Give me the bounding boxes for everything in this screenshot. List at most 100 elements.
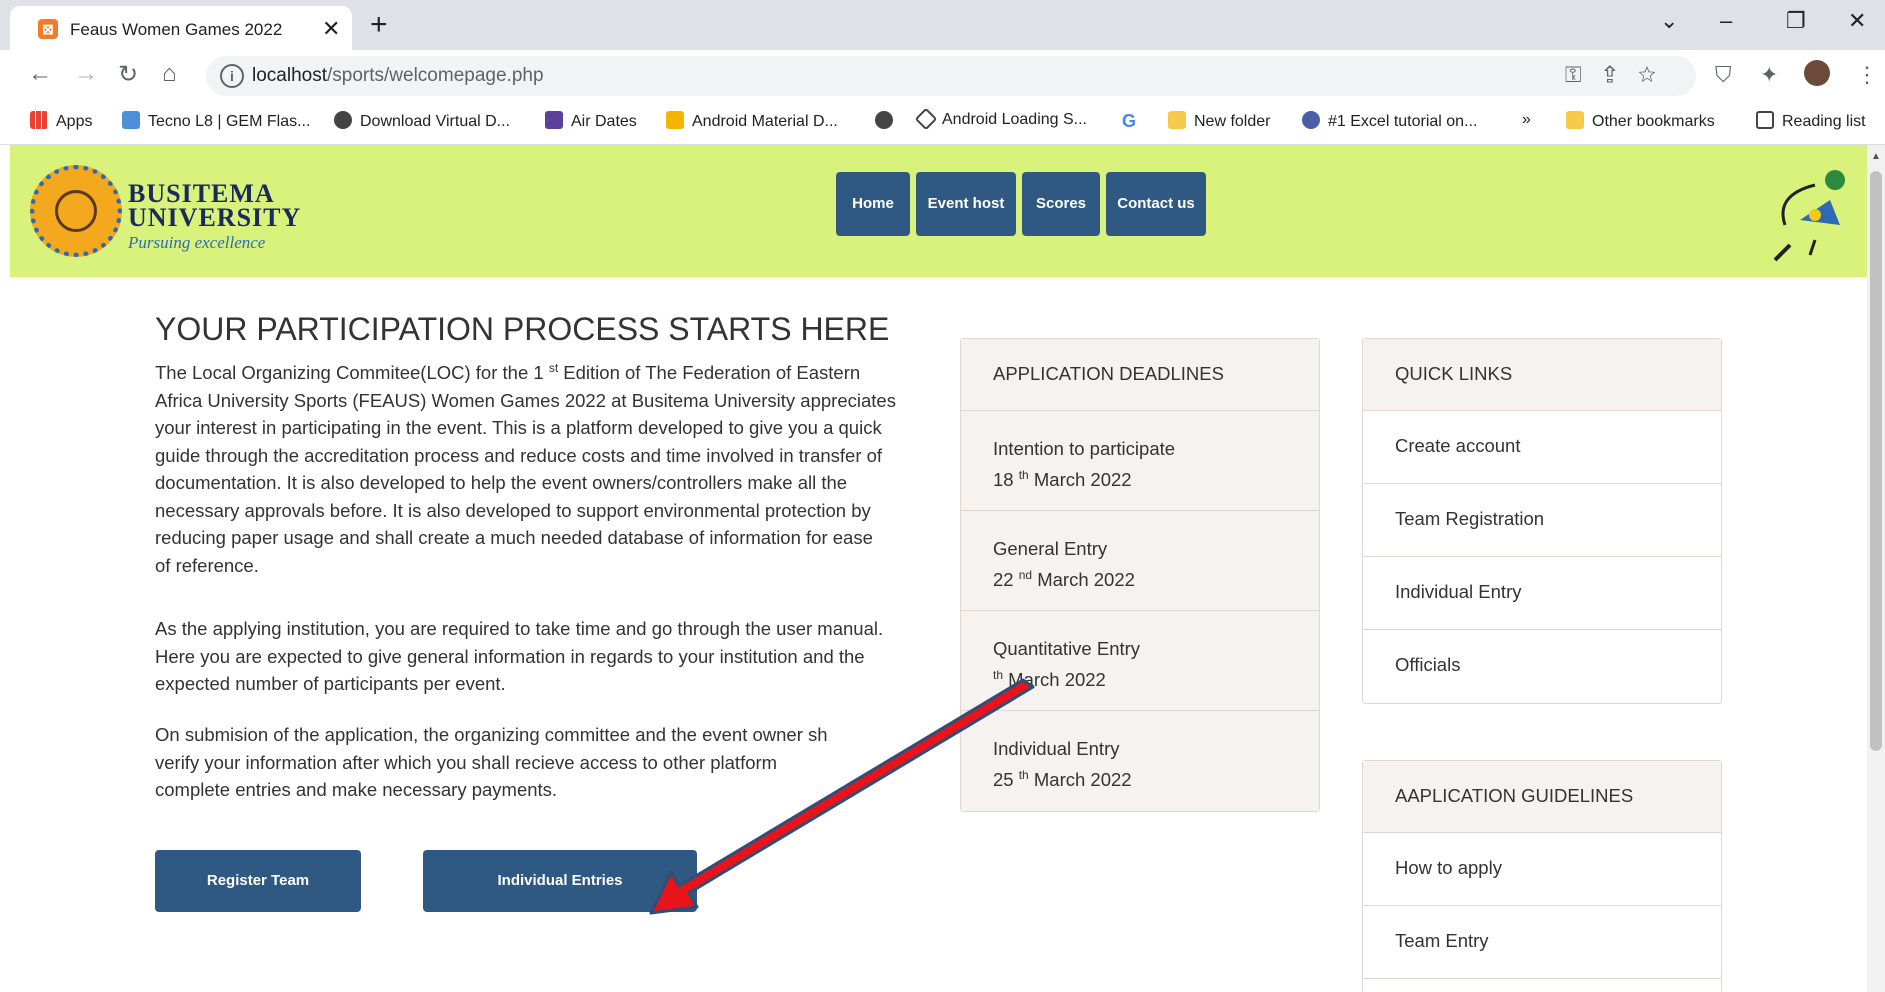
nav-contact-button[interactable]: Contact us	[1106, 172, 1206, 236]
site-favicon-icon: ⊠	[38, 19, 58, 39]
nav-home-button[interactable]: Home	[836, 172, 910, 236]
deadline-label: General Entry	[993, 538, 1108, 559]
intro-line: The Local Organizing Commitee(LOC) for t…	[155, 361, 861, 384]
close-tab-icon[interactable]: ✕	[322, 16, 340, 42]
deadlines-panel: APPLICATION DEADLINES Intention to parti…	[960, 338, 1320, 812]
bookmark-new-folder[interactable]: New folder	[1168, 111, 1270, 131]
reload-icon[interactable]: ↻	[118, 60, 138, 89]
restore-icon[interactable]: ❐	[1786, 8, 1806, 34]
bookmarks-bar: Apps Tecno L8 | GEM Flas... Download Vir…	[0, 102, 1885, 145]
deadline-date: 22 nd March 2022	[993, 568, 1135, 591]
submission-line: complete entries and make necessary paym…	[155, 779, 558, 800]
submission-line: verify your information after which you …	[155, 751, 778, 773]
diamond-icon	[914, 107, 938, 131]
bookmark-download-virtual[interactable]: Download Virtual D...	[334, 111, 510, 131]
bookmark-excel[interactable]: #1 Excel tutorial on...	[1302, 111, 1477, 131]
folder-icon	[1168, 111, 1186, 129]
minimize-icon[interactable]: –	[1720, 8, 1732, 34]
bookmark-android-material[interactable]: Android Material D...	[666, 111, 838, 131]
bookmark-apps[interactable]: Apps	[30, 111, 92, 131]
nav-scores-button[interactable]: Scores	[1022, 172, 1100, 236]
manual-line: Here you are expected to give general in…	[155, 645, 865, 667]
home-icon[interactable]: ⌂	[162, 60, 177, 88]
scrollbar-thumb[interactable]	[1870, 171, 1882, 751]
scroll-up-icon[interactable]: ▲	[1871, 151, 1881, 162]
register-team-button[interactable]: Register Team	[155, 850, 361, 912]
close-window-icon[interactable]: ✕	[1848, 8, 1866, 34]
apps-grid-icon	[30, 111, 48, 129]
bookmark-globe[interactable]	[875, 111, 901, 131]
page-scrollbar[interactable]: ▲	[1867, 145, 1885, 992]
brand-tagline: Pursuing excellence	[128, 233, 266, 252]
quick-links-title: QUICK LINKS	[1363, 339, 1721, 411]
deadline-label: Quantitative Entry	[993, 638, 1141, 659]
intro-line: Africa University Sports (FEAUS) Women G…	[155, 389, 896, 411]
guideline-team-entry[interactable]: Team Entry	[1363, 906, 1721, 979]
manual-line: expected number of participants per even…	[155, 673, 506, 694]
quick-link-create-account[interactable]: Create account	[1363, 411, 1721, 484]
extensions-icon[interactable]: ✦	[1760, 62, 1778, 88]
intro-line: necessary approvals before. It is also d…	[155, 499, 871, 521]
tab-title: Feaus Women Games 2022	[70, 20, 283, 39]
deadline-item: Intention to participate 18 th March 202…	[961, 411, 1319, 511]
new-tab-button[interactable]: +	[370, 8, 388, 42]
submission-line: On submision of the application, the org…	[155, 724, 828, 745]
intro-line: your interest in participating in the ev…	[155, 417, 882, 439]
quick-link-team-registration[interactable]: Team Registration	[1363, 484, 1721, 557]
bookmark-tecno[interactable]: Tecno L8 | GEM Flas...	[122, 111, 310, 131]
intro-line: reducing paper usage and shall create a …	[155, 527, 873, 549]
page-heading: YOUR PARTICIPATION PROCESS STARTS HERE	[155, 311, 890, 347]
site-header: BUSITEMA UNIVERSITY Pursuing excellence …	[10, 145, 1867, 277]
shield-extension-icon[interactable]: ⛉	[1715, 62, 1732, 88]
guidelines-title: AAPLICATION GUIDELINES	[1363, 761, 1721, 833]
manual-line: As the applying institution, you are req…	[155, 618, 884, 639]
excel-tutorial-icon	[1302, 111, 1320, 129]
bookmark-android-loading[interactable]: Android Loading S...	[914, 107, 1087, 131]
intro-paragraph: The Local Organizing Commitee(LOC) for t…	[155, 355, 935, 579]
bookmark-other[interactable]: Other bookmarks	[1566, 111, 1715, 131]
deadline-label: Individual Entry	[993, 738, 1120, 759]
guidelines-panel: AAPLICATION GUIDELINES How to apply Team…	[1362, 760, 1722, 992]
quick-links-panel: QUICK LINKS Create account Team Registra…	[1362, 338, 1722, 704]
tecno-icon	[122, 111, 140, 129]
intro-line: documentation. It is also developed to h…	[155, 472, 848, 494]
intro-line: guide through the accreditation process …	[155, 444, 883, 466]
bookmarks-overflow[interactable]: »	[1522, 111, 1531, 129]
browser-tab[interactable]: ⊠ Feaus Women Games 2022 ✕	[10, 6, 352, 50]
profile-avatar[interactable]	[1804, 60, 1830, 86]
tv-icon	[545, 111, 563, 129]
web-page: BUSITEMA UNIVERSITY Pursuing excellence …	[10, 145, 1867, 992]
menu-icon[interactable]: ⋮	[1856, 62, 1878, 88]
atom-icon	[55, 190, 97, 232]
google-icon[interactable]: G	[1122, 111, 1136, 132]
nav-event-host-button[interactable]: Event host	[916, 172, 1016, 236]
submission-paragraph: On submision of the application, the org…	[155, 721, 935, 804]
tab-strip: ⊠ Feaus Women Games 2022 ✕ + ⌄ – ❐ ✕	[0, 0, 1885, 50]
guideline-how-to-apply[interactable]: How to apply	[1363, 833, 1721, 906]
bookmark-air-dates[interactable]: Air Dates	[545, 111, 637, 131]
deadline-item: Individual Entry 25 th March 2022	[961, 711, 1319, 811]
deadline-date: th March 2022	[993, 668, 1106, 691]
address-bar[interactable]: i localhost/sports/welcomepage.php ⚿⇪☆	[206, 56, 1696, 96]
back-icon[interactable]: ←	[28, 60, 52, 88]
reading-list[interactable]: Reading list	[1756, 111, 1866, 131]
site-info-icon[interactable]: i	[220, 64, 244, 88]
forward-icon[interactable]: →	[74, 60, 98, 88]
quick-link-individual-entry[interactable]: Individual Entry	[1363, 557, 1721, 630]
globe-icon	[875, 111, 893, 129]
feaus-mascot-logo	[1773, 170, 1845, 262]
deadline-item: General Entry 22 nd March 2022	[961, 511, 1319, 611]
deadline-label: Intention to participate	[993, 438, 1176, 459]
individual-entries-button[interactable]: Individual Entries	[423, 850, 697, 912]
quick-link-officials[interactable]: Officials	[1363, 630, 1721, 703]
university-logo[interactable]	[30, 165, 122, 257]
deadline-item: Quantitative Entry th March 2022	[961, 611, 1319, 711]
omnibox-action-icons[interactable]: ⚿⇪☆	[1565, 62, 1678, 88]
url-text[interactable]: localhost/sports/welcomepage.php	[252, 65, 544, 87]
manual-paragraph: As the applying institution, you are req…	[155, 615, 935, 698]
intro-line: of reference.	[155, 554, 259, 576]
reading-list-icon	[1756, 111, 1774, 129]
tab-search-icon[interactable]: ⌄	[1660, 8, 1678, 34]
globe-icon	[334, 111, 352, 129]
material-icon	[666, 111, 684, 129]
